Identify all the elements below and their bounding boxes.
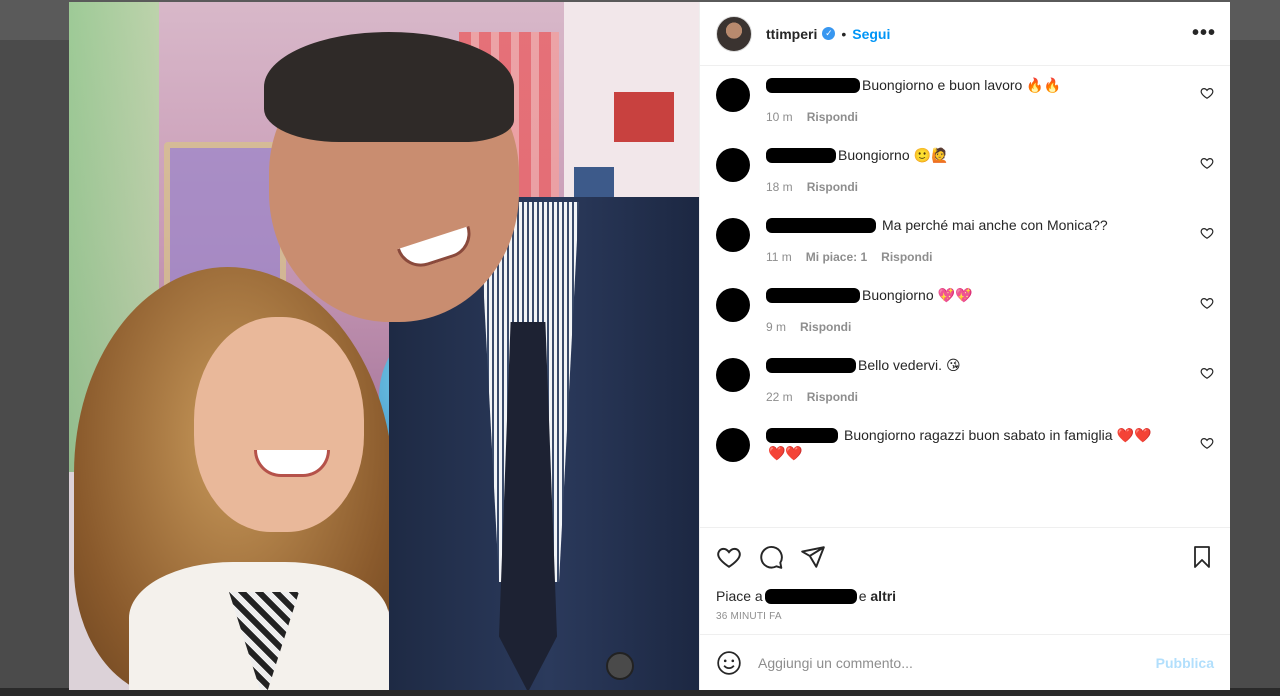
photo-bg-shelf bbox=[564, 2, 699, 222]
author-username[interactable]: ttimperi bbox=[766, 26, 817, 42]
likes-and: e bbox=[858, 588, 867, 604]
comment-bubble-icon[interactable] bbox=[758, 544, 784, 570]
like-comment-heart-icon[interactable] bbox=[1200, 86, 1214, 100]
commenter-avatar[interactable] bbox=[716, 148, 750, 182]
comment-emoji: 💖💖 bbox=[937, 287, 973, 303]
like-comment-heart-icon[interactable] bbox=[1200, 226, 1214, 240]
comment-emoji: 🙂🙋 bbox=[913, 147, 949, 163]
post-header: ttimperi ✓ • Segui ••• bbox=[700, 2, 1230, 66]
woman-top bbox=[129, 562, 389, 690]
comment-text: Ma perché mai anche con Monica?? bbox=[882, 217, 1108, 233]
comment-emoji-line2: ❤️❤️ bbox=[768, 445, 803, 461]
comment-time[interactable]: 22 m bbox=[766, 390, 793, 404]
verified-badge-icon: ✓ bbox=[822, 27, 836, 40]
comment-item: Buongiorno 🙂🙋 18 m Rispondi bbox=[716, 146, 1214, 194]
reply-button[interactable]: Rispondi bbox=[807, 180, 858, 194]
post-actions-bar bbox=[700, 527, 1230, 585]
like-heart-icon[interactable] bbox=[716, 544, 742, 570]
comment-time[interactable]: 10 m bbox=[766, 110, 793, 124]
emoji-smiley-icon[interactable] bbox=[716, 650, 742, 676]
comment-item: Buongiorno ragazzi buon sabato in famigl… bbox=[716, 426, 1214, 462]
reply-button[interactable]: Rispondi bbox=[807, 390, 858, 404]
comments-list[interactable]: Buongiorno e buon lavoro 🔥🔥 10 m Rispond… bbox=[700, 66, 1230, 527]
commenter-avatar[interactable] bbox=[716, 358, 750, 392]
like-comment-heart-icon[interactable] bbox=[1200, 366, 1214, 380]
comment-emoji: 🔥🔥 bbox=[1026, 77, 1062, 93]
separator-dot: • bbox=[841, 25, 847, 42]
comment-emoji: 😘 bbox=[946, 357, 961, 373]
add-comment-bar: Pubblica bbox=[700, 634, 1230, 690]
comment-time[interactable]: 11 m bbox=[766, 250, 792, 264]
reply-button[interactable]: Rispondi bbox=[807, 110, 858, 124]
man-hair bbox=[264, 32, 514, 142]
redacted-username[interactable] bbox=[766, 357, 856, 373]
share-paper-plane-icon[interactable] bbox=[800, 544, 826, 570]
comment-text: Bello vedervi. bbox=[858, 357, 943, 373]
comment-likes-count[interactable]: Mi piace: 1 bbox=[806, 250, 867, 264]
publish-button[interactable]: Pubblica bbox=[1156, 655, 1214, 671]
like-comment-heart-icon[interactable] bbox=[1200, 296, 1214, 310]
redacted-username[interactable] bbox=[766, 287, 860, 303]
follow-button[interactable]: Segui bbox=[852, 26, 890, 42]
add-comment-input[interactable] bbox=[756, 653, 1156, 672]
man-jacket-button bbox=[606, 652, 634, 680]
commenter-avatar[interactable] bbox=[716, 288, 750, 322]
commenter-avatar[interactable] bbox=[716, 78, 750, 112]
comment-item: Ma perché mai anche con Monica?? 11 m Mi… bbox=[716, 216, 1214, 264]
comment-time[interactable]: 18 m bbox=[766, 180, 793, 194]
reply-button[interactable]: Rispondi bbox=[800, 320, 851, 334]
comment-item: Buongiorno e buon lavoro 🔥🔥 10 m Rispond… bbox=[716, 76, 1214, 124]
redacted-username[interactable] bbox=[766, 147, 836, 163]
post-timestamp[interactable]: 36 MINUTI FA bbox=[700, 607, 1230, 634]
commenter-avatar[interactable] bbox=[716, 428, 750, 462]
post-photo bbox=[69, 2, 699, 690]
redacted-username[interactable] bbox=[766, 217, 876, 233]
reply-button[interactable]: Rispondi bbox=[881, 250, 932, 264]
woman-face bbox=[194, 317, 364, 532]
comment-text: Buongiorno bbox=[838, 147, 910, 163]
comment-text: Buongiorno ragazzi buon sabato in famigl… bbox=[844, 427, 1113, 443]
comment-time[interactable]: 9 m bbox=[766, 320, 786, 334]
likes-prefix: Piace a bbox=[716, 588, 763, 604]
redacted-username[interactable] bbox=[766, 427, 838, 443]
like-comment-heart-icon[interactable] bbox=[1200, 156, 1214, 170]
comment-emoji: ❤️❤️ bbox=[1116, 427, 1152, 443]
redacted-username[interactable] bbox=[766, 77, 860, 93]
comment-item: Bello vedervi. 😘 22 m Rispondi bbox=[716, 356, 1214, 404]
comment-item: Buongiorno 💖💖 9 m Rispondi bbox=[716, 286, 1214, 334]
save-bookmark-icon[interactable] bbox=[1190, 544, 1214, 570]
author-avatar[interactable] bbox=[716, 15, 752, 52]
post-modal: ttimperi ✓ • Segui ••• Buongiorno e buon… bbox=[69, 2, 1230, 690]
likes-others-link[interactable]: altri bbox=[870, 588, 896, 604]
like-comment-heart-icon[interactable] bbox=[1200, 436, 1214, 450]
redacted-liker-username[interactable] bbox=[764, 588, 857, 604]
comment-text: Buongiorno bbox=[862, 287, 934, 303]
post-side-panel: ttimperi ✓ • Segui ••• Buongiorno e buon… bbox=[699, 2, 1230, 690]
comment-text: Buongiorno e buon lavoro bbox=[862, 77, 1023, 93]
likes-summary: Piace a e altri bbox=[700, 585, 1230, 607]
more-options-icon[interactable]: ••• bbox=[1192, 22, 1216, 45]
commenter-avatar[interactable] bbox=[716, 218, 750, 252]
